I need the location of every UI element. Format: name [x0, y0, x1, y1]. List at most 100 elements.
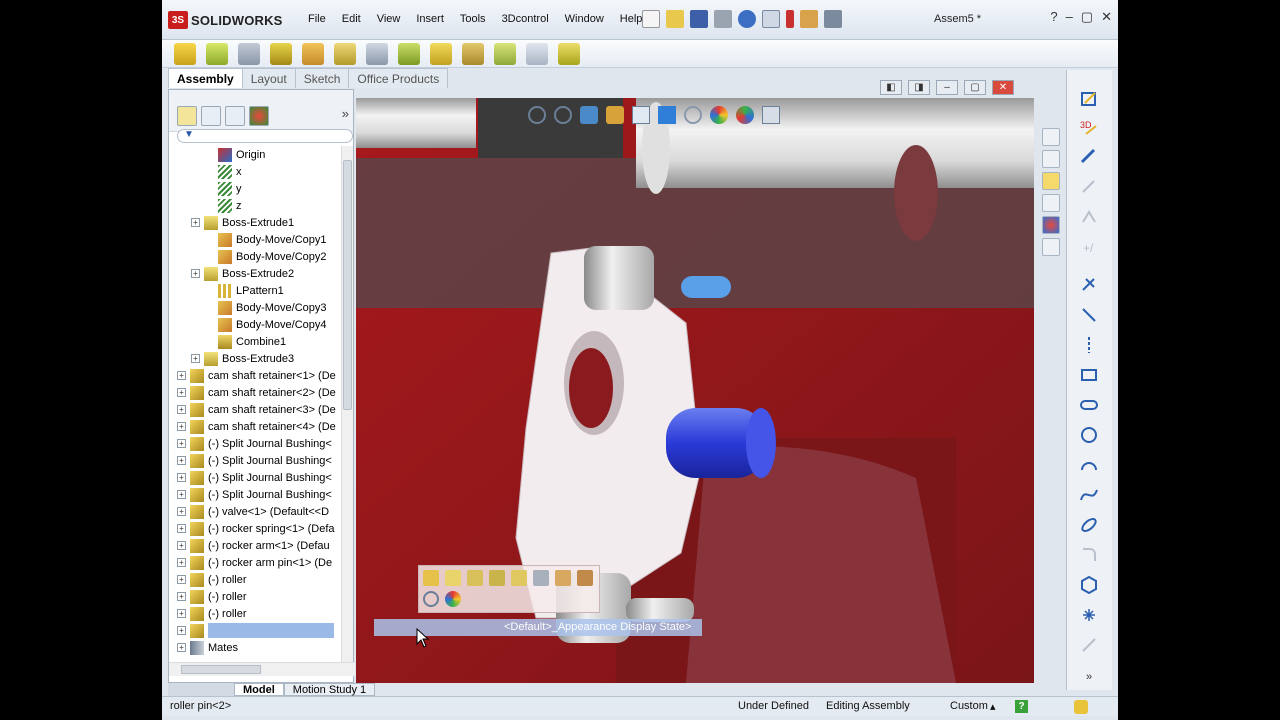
menu-insert[interactable]: Insert — [408, 13, 452, 25]
interference-detection-icon[interactable] — [558, 43, 580, 65]
add-relation-icon[interactable]: +/ — [1077, 236, 1101, 258]
tab-layout[interactable]: Layout — [241, 68, 296, 88]
tree-item[interactable]: + (-) rocker spring<1> (Defa — [169, 520, 341, 537]
design-library-icon[interactable] — [1042, 150, 1060, 168]
tab-navigation-buttons[interactable] — [168, 683, 234, 696]
status-rebuild-icon[interactable] — [1074, 700, 1088, 714]
properties-icon[interactable] — [533, 570, 549, 586]
linear-pattern-icon[interactable] — [238, 43, 260, 65]
smart-fasteners-icon[interactable] — [270, 43, 292, 65]
expand-toggle-icon[interactable]: + — [177, 643, 186, 652]
show-hidden-icon[interactable] — [334, 43, 356, 65]
slot-icon[interactable] — [1077, 394, 1101, 416]
tree-item[interactable]: + Boss-Extrude1 — [169, 214, 341, 231]
trim-entities-icon[interactable] — [1077, 206, 1101, 228]
expand-toggle-icon[interactable]: + — [177, 626, 186, 635]
edit-part-icon[interactable] — [445, 570, 461, 586]
3d-sketch-icon[interactable]: 3D — [1077, 116, 1101, 138]
tree-scrollbar-horizontal[interactable] — [169, 662, 355, 676]
tree-item[interactable]: Origin — [169, 146, 341, 163]
tab-office-products[interactable]: Office Products — [348, 68, 449, 88]
tree-item[interactable]: z — [169, 197, 341, 214]
close-icon[interactable]: ✕ — [1101, 9, 1112, 25]
custom-properties-icon[interactable] — [1042, 238, 1060, 256]
polygon-icon[interactable] — [1077, 574, 1101, 596]
expand-toggle-icon[interactable]: + — [177, 507, 186, 516]
configure-component-icon[interactable] — [577, 570, 593, 586]
isolate-icon[interactable] — [511, 570, 527, 586]
apply-scene-icon[interactable] — [736, 106, 754, 124]
file-explorer-icon[interactable] — [1042, 172, 1060, 190]
hide-show-items-icon[interactable] — [684, 106, 702, 124]
previous-view-icon[interactable] — [580, 106, 598, 124]
expand-toggle-icon[interactable]: + — [177, 405, 186, 414]
tab-sketch[interactable]: Sketch — [294, 68, 350, 88]
tab-assembly[interactable]: Assembly — [168, 68, 243, 88]
zoom-to-fit-icon[interactable] — [528, 106, 546, 124]
zoom-to-selection-icon[interactable] — [423, 591, 439, 607]
undo-icon[interactable] — [738, 10, 756, 28]
tree-item[interactable]: + (-) Split Journal Bushing< — [169, 486, 341, 503]
bill-of-materials-icon[interactable] — [462, 43, 484, 65]
tree-item[interactable]: Body-Move/Copy1 — [169, 231, 341, 248]
status-units[interactable]: Custom — [950, 700, 988, 712]
tree-item[interactable]: + cam shaft retainer<1> (De — [169, 367, 341, 384]
tree-item[interactable]: + (-) roller — [169, 588, 341, 605]
exploded-view-icon[interactable] — [494, 43, 516, 65]
point-icon[interactable] — [1077, 604, 1101, 626]
spline-icon[interactable] — [1077, 484, 1101, 506]
viewport-close-icon[interactable]: ✕ — [992, 80, 1014, 95]
tree-item[interactable]: y — [169, 180, 341, 197]
menu-view[interactable]: View — [369, 13, 409, 25]
minimize-icon[interactable]: – — [1066, 9, 1073, 25]
tree-item[interactable]: + (-) Split Journal Bushing< — [169, 469, 341, 486]
rebuild-icon[interactable] — [786, 10, 794, 28]
appearances-icon[interactable] — [1042, 216, 1060, 234]
viewport-prev-icon[interactable]: ◧ — [880, 80, 902, 95]
file-properties-icon[interactable] — [800, 10, 818, 28]
arc-icon[interactable] — [1077, 454, 1101, 476]
move-component-icon[interactable] — [302, 43, 324, 65]
tree-item[interactable]: + (-) Split Journal Bushing< — [169, 452, 341, 469]
expand-toggle-icon[interactable]: + — [191, 354, 200, 363]
tree-item[interactable]: Combine1 — [169, 333, 341, 350]
fillet-icon[interactable] — [1077, 544, 1101, 566]
circle-icon[interactable] — [1077, 424, 1101, 446]
make-independent-icon[interactable] — [555, 570, 571, 586]
expand-toggle-icon[interactable]: + — [177, 609, 186, 618]
expand-toggle-icon[interactable]: + — [177, 575, 186, 584]
open-icon[interactable] — [666, 10, 684, 28]
appearance-icon[interactable] — [445, 591, 461, 607]
status-help[interactable]: ? — [1015, 700, 1028, 713]
tree-item[interactable]: Body-Move/Copy4 — [169, 316, 341, 333]
panel-expand-icon[interactable]: » — [342, 106, 349, 121]
menu-file[interactable]: File — [300, 13, 334, 25]
tree-item[interactable]: LPattern1 — [169, 282, 341, 299]
expand-toggle-icon[interactable]: + — [177, 490, 186, 499]
property-manager-tab-icon[interactable] — [201, 106, 221, 126]
expand-toggle-icon[interactable]: + — [191, 218, 200, 227]
insert-component-icon[interactable] — [174, 43, 196, 65]
tree-scrollbar-vertical[interactable] — [341, 146, 353, 662]
more-tools-icon[interactable]: » — [1077, 666, 1101, 688]
change-transparency-icon[interactable] — [489, 570, 505, 586]
hide-components-icon[interactable] — [467, 570, 483, 586]
status-units-dropdown-icon[interactable]: ▴ — [990, 700, 996, 713]
view-palette-icon[interactable] — [1042, 194, 1060, 212]
line-icon[interactable] — [1077, 304, 1101, 326]
configuration-manager-tab-icon[interactable] — [225, 106, 245, 126]
convert-entities-icon[interactable] — [1077, 176, 1101, 198]
tree-item[interactable]: + (-) valve<1> (Default<<D — [169, 503, 341, 520]
viewport-minimize-icon[interactable]: – — [936, 80, 958, 95]
ellipse-icon[interactable] — [1077, 514, 1101, 536]
save-icon[interactable] — [690, 10, 708, 28]
tab-model[interactable]: Model — [234, 683, 284, 696]
expand-toggle-icon[interactable]: + — [177, 541, 186, 550]
viewport-next-icon[interactable]: ◨ — [908, 80, 930, 95]
tree-item[interactable]: + (-) Split Journal Bushing< — [169, 435, 341, 452]
expand-toggle-icon[interactable]: + — [177, 473, 186, 482]
tree-item[interactable]: + (-) roller — [169, 571, 341, 588]
open-part-icon[interactable] — [423, 570, 439, 586]
expand-toggle-icon[interactable]: + — [191, 269, 200, 278]
mate-icon[interactable] — [206, 43, 228, 65]
